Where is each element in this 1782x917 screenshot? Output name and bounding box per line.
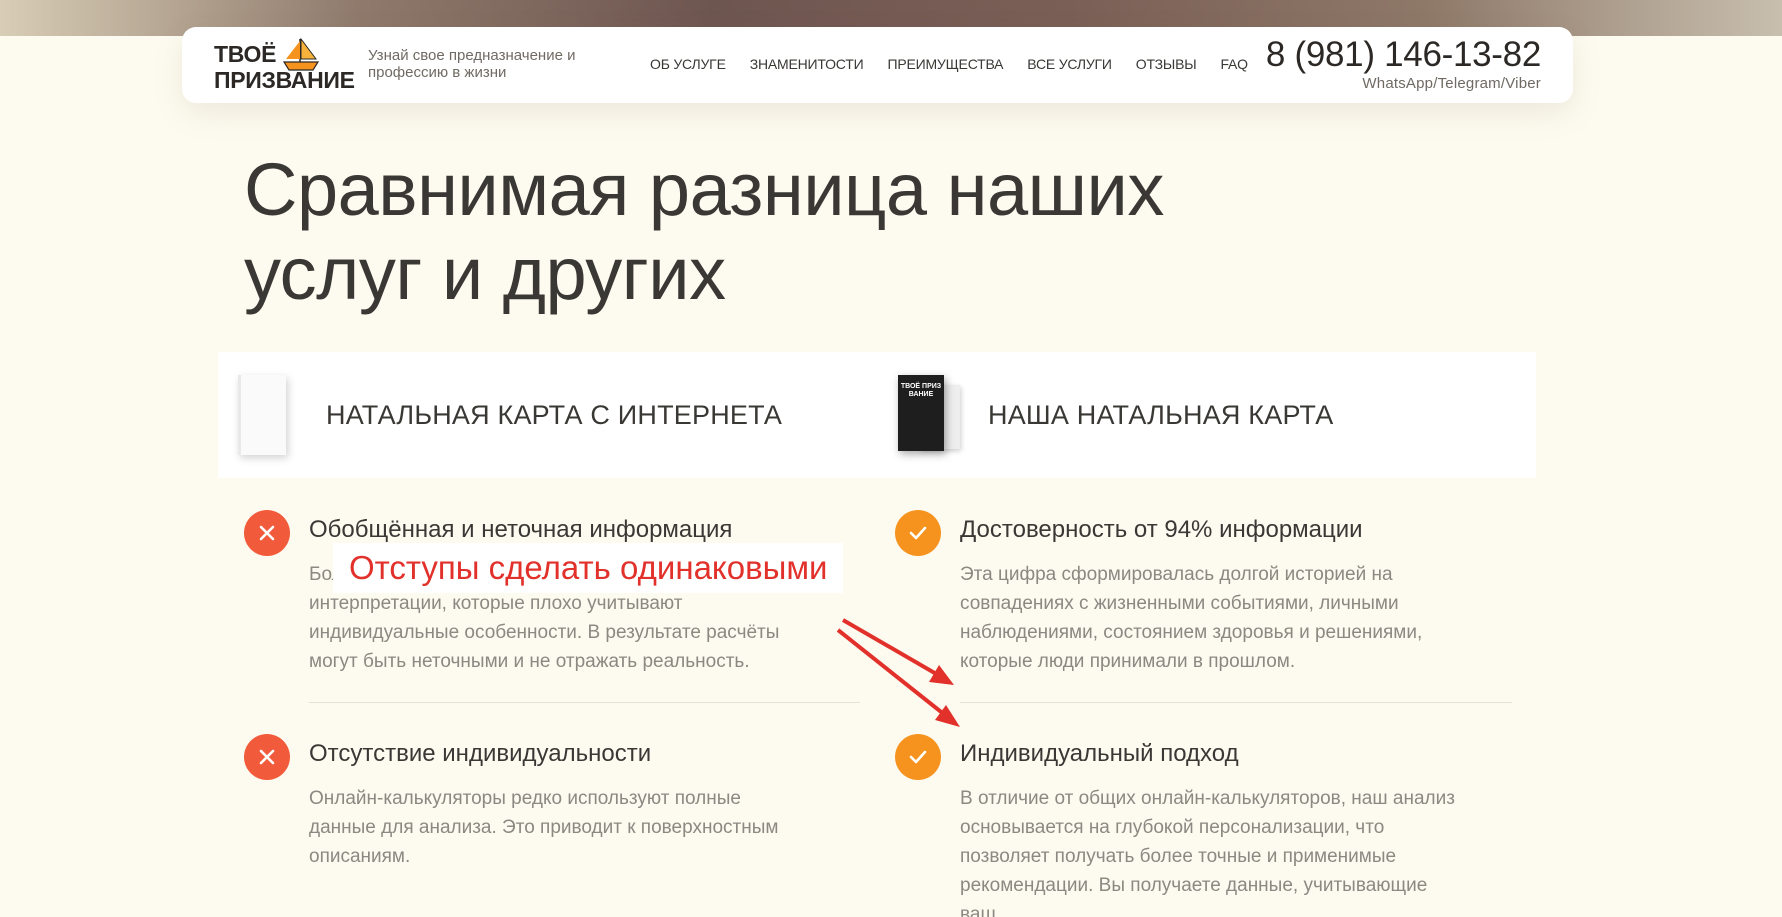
item-text: Онлайн-калькуляторы редко используют пол… [309,788,779,867]
contact-block: 8 (981) 146-13-82 WhatsApp/Telegram/Vibe… [1266,35,1541,93]
check-icon [895,510,941,556]
logo-line-1: ТВОЁ [214,41,277,67]
column-head-ours: ТВОЁ ПРИЗ ВАНИЕ НАША НАТАЛЬНАЯ КАРТА [898,352,1333,478]
page-title: Сравнимая разница наших услуг и других [244,148,1344,316]
item-text: В отличие от общих онлайн-калькуляторов,… [960,788,1455,917]
title-line-1: Сравнимая разница наших [244,148,1164,231]
book-cover: ТВОЁ ПРИЗ ВАНИЕ [898,375,944,451]
divider [960,702,1512,703]
item-title: Обобщённая и неточная информация [309,516,733,543]
nav-celebrities[interactable]: ЗНАМЕНИТОСТИ [750,56,864,72]
cross-icon [244,734,290,780]
tagline: Узнай свое предназначение и профессию в … [368,47,576,81]
white-book-image [238,375,286,455]
item-title: Отсутствие индивидуальности [309,740,652,767]
item-text: Эта цифра сформировалась долгой историей… [960,564,1423,672]
nav-faq[interactable]: FAQ [1220,56,1248,72]
divider [309,702,860,703]
logo[interactable]: ТВОЁ ПРИЗВАНИЕ [214,37,355,93]
review-annotation: Отступы сделать одинаковыми [333,543,844,593]
main-nav: ОБ УСЛУГЕ ЗНАМЕНИТОСТИ ПРЕИМУЩЕСТВА ВСЕ … [650,56,1272,72]
item-title: Индивидуальный подход [960,740,1239,767]
title-line-2: услуг и других [244,232,726,315]
item-title: Достоверность от 94% информации [960,516,1363,543]
column-label: НАТАЛЬНАЯ КАРТА С ИНТЕРНЕТА [326,399,783,430]
phone-number[interactable]: 8 (981) 146-13-82 [1266,35,1541,75]
nav-reviews[interactable]: ОТЗЫВЫ [1136,56,1197,72]
cross-icon [244,510,290,556]
column-label: НАША НАТАЛЬНАЯ КАРТА [988,399,1334,430]
black-book-image: ТВОЁ ПРИЗ ВАНИЕ [898,375,960,455]
nav-advantages[interactable]: ПРЕИМУЩЕСТВА [887,56,1003,72]
site-header: ТВОЁ ПРИЗВАНИЕ Узнай свое предназначение… [182,27,1573,103]
nav-about[interactable]: ОБ УСЛУГЕ [650,56,726,72]
boat-icon [282,37,320,71]
messengers-label: WhatsApp/Telegram/Viber [1362,75,1541,92]
arrow-icon [836,618,960,727]
column-head-internet: НАТАЛЬНАЯ КАРТА С ИНТЕРНЕТА [238,352,782,478]
comparison-header: НАТАЛЬНАЯ КАРТА С ИНТЕРНЕТА ТВОЁ ПРИЗ ВА… [218,352,1536,478]
nav-all-services[interactable]: ВСЕ УСЛУГИ [1027,56,1112,72]
check-icon [895,734,941,780]
